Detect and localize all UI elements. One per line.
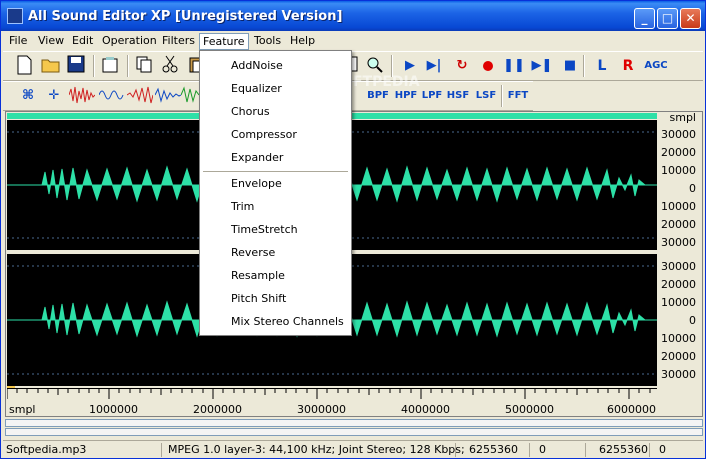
title-bar: All Sound Editor XP [Unregistered Versio… bbox=[1, 1, 705, 31]
copy-icon[interactable] bbox=[135, 55, 157, 77]
mix-wave-icon[interactable] bbox=[155, 85, 181, 107]
menu-feature[interactable]: Feature bbox=[199, 33, 249, 50]
menu-item-equalizer[interactable]: Equalizer bbox=[231, 82, 282, 95]
menu-item-compressor[interactable]: Compressor bbox=[231, 128, 297, 141]
channel-swap-icon[interactable]: ⌘ bbox=[17, 85, 39, 107]
waveform-editor[interactable]: smpl 30000 20000 10000 0 10000 20000 300… bbox=[5, 111, 703, 417]
menu-item-envelope[interactable]: Envelope bbox=[231, 177, 282, 190]
menu-item-reverse[interactable]: Reverse bbox=[231, 246, 275, 259]
step-forward-icon[interactable]: ▶❚ bbox=[531, 55, 553, 77]
left-channel-scale: smpl 30000 20000 10000 0 10000 20000 300… bbox=[660, 111, 702, 252]
hsf-button[interactable]: HSF bbox=[445, 85, 471, 107]
maximize-button[interactable]: □ bbox=[657, 8, 678, 29]
window-title: All Sound Editor XP [Unregistered Versio… bbox=[28, 9, 343, 24]
zoom-scrollbar[interactable] bbox=[5, 428, 703, 436]
menu-help[interactable]: Help bbox=[287, 33, 318, 50]
status-selection-start: 0 bbox=[539, 443, 546, 456]
save-icon[interactable] bbox=[67, 55, 89, 77]
menu-filters[interactable]: Filters bbox=[159, 33, 198, 50]
scroll-area bbox=[5, 419, 703, 437]
close-button[interactable]: ✕ bbox=[680, 8, 701, 29]
minimize-button[interactable]: _ bbox=[634, 8, 655, 29]
status-total-samples: 6255360 bbox=[469, 443, 518, 456]
right-channel-button[interactable]: R bbox=[617, 55, 639, 77]
fade-wave-icon[interactable] bbox=[127, 85, 153, 107]
menu-operation[interactable]: Operation bbox=[99, 33, 160, 50]
menu-separator bbox=[203, 171, 348, 172]
menu-item-chorus[interactable]: Chorus bbox=[231, 105, 270, 118]
status-format: MPEG 1.0 layer-3: 44,100 kHz; Joint Ster… bbox=[168, 443, 465, 456]
amplify-wave-icon[interactable] bbox=[181, 85, 199, 107]
menu-tools[interactable]: Tools bbox=[251, 33, 284, 50]
play-to-end-icon[interactable]: ▶| bbox=[423, 55, 445, 77]
record-icon[interactable] bbox=[477, 55, 499, 77]
open-folder-icon[interactable] bbox=[41, 55, 63, 77]
menu-item-pitch-shift[interactable]: Pitch Shift bbox=[231, 292, 286, 305]
status-filename: Softpedia.mp3 bbox=[6, 443, 87, 456]
menu-edit[interactable]: Edit bbox=[69, 33, 96, 50]
left-channel-button[interactable]: L bbox=[591, 55, 613, 77]
menu-item-mix-stereo-channels[interactable]: Mix Stereo Channels bbox=[231, 315, 344, 328]
fft-button[interactable]: FFT bbox=[505, 85, 531, 107]
lsf-button[interactable]: LSF bbox=[473, 85, 499, 107]
right-channel-scale: 30000 20000 10000 0 10000 20000 30000 bbox=[660, 254, 702, 388]
toolbar-separator bbox=[127, 55, 129, 77]
menu-bar: File View Edit Operation Filters Feature… bbox=[1, 31, 705, 50]
status-extra: 0 bbox=[659, 443, 666, 456]
cursor-icon[interactable]: ✛ bbox=[43, 85, 65, 107]
menu-item-timestretch[interactable]: TimeStretch bbox=[231, 223, 298, 236]
feature-menu-dropdown: AddNoise Equalizer Chorus Compressor Exp… bbox=[199, 50, 352, 336]
status-bar: Softpedia.mp3 MPEG 1.0 layer-3: 44,100 k… bbox=[3, 440, 703, 458]
app-icon bbox=[7, 8, 23, 24]
toolbar-separator bbox=[501, 85, 503, 107]
app-window: All Sound Editor XP [Unregistered Versio… bbox=[0, 0, 706, 459]
horizontal-scrollbar[interactable] bbox=[5, 419, 703, 427]
sine-wave-icon[interactable] bbox=[99, 85, 125, 107]
time-ruler: smpl 1000000 2000000 3000000 4000000 500… bbox=[7, 388, 657, 416]
loop-play-icon[interactable]: ↻ bbox=[451, 55, 473, 77]
menu-item-resample[interactable]: Resample bbox=[231, 269, 285, 282]
pause-icon[interactable]: ❚❚ bbox=[503, 55, 525, 77]
menu-item-trim[interactable]: Trim bbox=[231, 200, 254, 213]
menu-item-addnoise[interactable]: AddNoise bbox=[231, 59, 283, 72]
menu-item-expander[interactable]: Expander bbox=[231, 151, 283, 164]
toolbar-separator bbox=[583, 55, 585, 77]
menu-view[interactable]: View bbox=[35, 33, 67, 50]
agc-button[interactable]: AGC bbox=[641, 55, 671, 77]
toolbar-separator bbox=[93, 55, 95, 77]
cut-icon[interactable] bbox=[161, 55, 183, 77]
menu-file[interactable]: File bbox=[6, 33, 30, 50]
properties-icon[interactable] bbox=[101, 55, 123, 77]
noise-wave-icon[interactable] bbox=[69, 85, 95, 107]
stop-icon[interactable]: ■ bbox=[559, 55, 581, 77]
status-selection-end: 6255360 bbox=[599, 443, 648, 456]
new-file-icon[interactable] bbox=[15, 55, 37, 77]
lpf-button[interactable]: LPF bbox=[419, 85, 445, 107]
